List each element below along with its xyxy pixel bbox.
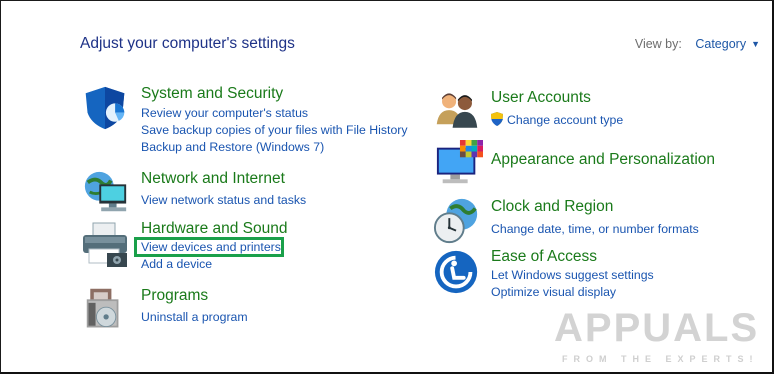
link-file-history[interactable]: Save backup copies of your files with Fi… bbox=[141, 123, 408, 137]
view-by-control: View by: Category ▼ bbox=[635, 37, 760, 51]
category-heading-programs[interactable]: Programs bbox=[141, 287, 208, 305]
monitor-palette-icon[interactable] bbox=[433, 140, 485, 188]
link-backup-restore[interactable]: Backup and Restore (Windows 7) bbox=[141, 140, 324, 154]
printer-icon[interactable] bbox=[80, 219, 132, 269]
view-by-value: Category bbox=[695, 37, 747, 51]
shield-icon[interactable] bbox=[80, 85, 130, 131]
category-heading-hardware-and-sound[interactable]: Hardware and Sound bbox=[141, 220, 288, 238]
view-by-dropdown[interactable]: Category ▼ bbox=[695, 37, 760, 51]
control-panel-window: Adjust your computer's settings View by:… bbox=[0, 0, 774, 374]
category-heading-network-and-internet[interactable]: Network and Internet bbox=[141, 170, 285, 188]
category-heading-appearance-and-personalization[interactable]: Appearance and Personalization bbox=[491, 151, 715, 169]
link-network-status[interactable]: View network status and tasks bbox=[141, 193, 306, 207]
page-title: Adjust your computer's settings bbox=[80, 35, 295, 52]
link-change-account-type-label: Change account type bbox=[507, 113, 624, 127]
appuals-watermark: APPUALS FROM THE EXPERTS! bbox=[554, 296, 764, 366]
globe-network-icon[interactable] bbox=[80, 169, 132, 217]
link-windows-suggest-settings[interactable]: Let Windows suggest settings bbox=[491, 268, 654, 282]
category-heading-ease-of-access[interactable]: Ease of Access bbox=[491, 248, 597, 266]
users-icon[interactable] bbox=[433, 89, 481, 133]
category-heading-clock-and-region[interactable]: Clock and Region bbox=[491, 198, 613, 216]
link-change-account-type[interactable]: Change account type bbox=[490, 112, 623, 127]
category-heading-system-and-security[interactable]: System and Security bbox=[141, 85, 283, 103]
link-add-device[interactable]: Add a device bbox=[141, 257, 212, 271]
highlight-box bbox=[134, 237, 284, 257]
category-heading-user-accounts[interactable]: User Accounts bbox=[491, 89, 591, 107]
view-by-label: View by: bbox=[634, 37, 682, 51]
watermark-text: APPUALS bbox=[554, 306, 760, 350]
link-uninstall-program[interactable]: Uninstall a program bbox=[141, 310, 248, 324]
programs-disc-icon[interactable] bbox=[85, 286, 129, 332]
link-change-date-time-formats[interactable]: Change date, time, or number formats bbox=[491, 222, 699, 236]
watermark-subtext: FROM THE EXPERTS! bbox=[562, 354, 759, 364]
uac-shield-icon bbox=[491, 112, 503, 126]
ease-of-access-icon[interactable] bbox=[433, 249, 481, 297]
clock-globe-icon[interactable] bbox=[433, 197, 481, 245]
chevron-down-icon: ▼ bbox=[751, 39, 760, 49]
link-review-status[interactable]: Review your computer's status bbox=[141, 106, 308, 120]
